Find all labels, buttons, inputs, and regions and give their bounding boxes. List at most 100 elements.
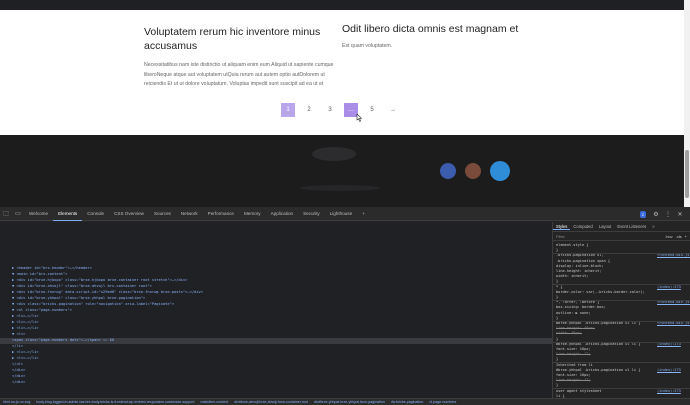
style-rule-line[interactable]: line-height: 17; bbox=[556, 378, 591, 382]
page-scrollbar[interactable] bbox=[684, 0, 690, 207]
style-rule-line[interactable]: outline: ▶ none; bbox=[556, 311, 591, 315]
post-card[interactable]: Odit libero dicta omnis est magnam et Es… bbox=[342, 22, 552, 52]
style-rule-line[interactable]: #brxe-yhhpal .bricks-pagination ul li {(… bbox=[556, 368, 681, 372]
customize-icon[interactable]: ⋮ bbox=[664, 210, 672, 218]
styles-filter-input[interactable]: Filter bbox=[556, 234, 662, 239]
style-rule-text: } bbox=[556, 336, 559, 341]
style-rules-list[interactable]: element.style {} .bricks-pagination ul, fr… bbox=[553, 241, 690, 398]
devtools-panel: ⬚ ▭ Welcome Elements Console CSS Overvie… bbox=[0, 207, 690, 405]
style-rule-line[interactable]: line-height: 17; bbox=[556, 352, 591, 356]
browser-window: Voluptatem rerum hic inventore minus acc… bbox=[0, 0, 690, 405]
selected-dom-node[interactable]: <span class="page-numbers dots">…</span>… bbox=[0, 338, 552, 344]
style-rule-line[interactable]: width: 48px; bbox=[556, 331, 582, 335]
style-rule-line[interactable]: display: inline-block; bbox=[556, 264, 604, 268]
post-title[interactable]: Voluptatem rerum hic inventore minus acc… bbox=[144, 25, 334, 53]
footer-social-icon[interactable] bbox=[490, 161, 510, 181]
style-rule-text: line-height: 17; bbox=[556, 352, 591, 357]
rule-divider bbox=[553, 284, 690, 286]
issues-badge[interactable]: 2 bbox=[639, 210, 646, 218]
settings-gear-icon[interactable]: ⚙ bbox=[652, 210, 660, 218]
tab-css-overview[interactable]: CSS Overview bbox=[109, 207, 149, 221]
style-rule-line[interactable]: } bbox=[556, 279, 558, 283]
close-icon[interactable]: ✕ bbox=[676, 210, 684, 218]
footer-social-icon[interactable] bbox=[440, 163, 456, 179]
style-rule-text: } bbox=[556, 383, 559, 388]
tab-welcome[interactable]: Welcome bbox=[24, 207, 53, 221]
breadcrumb-item[interactable]: html.no-js.no-svg bbox=[0, 400, 33, 404]
breadcrumb-item[interactable]: main#brx-content bbox=[197, 400, 231, 404]
style-rule-line[interactable]: border-color: var(--bricks-border-color)… bbox=[556, 290, 645, 294]
tab-application[interactable]: Application bbox=[266, 207, 298, 221]
style-rule-line[interactable]: line-height: inherit; bbox=[556, 269, 601, 273]
style-rule-text: border-color: var(--bricks-border-color)… bbox=[556, 289, 645, 294]
post-card[interactable]: Voluptatem rerum hic inventore minus acc… bbox=[144, 25, 334, 90]
pagination: 1 2 3 … 5 → bbox=[281, 103, 407, 117]
tab-security[interactable]: Security bbox=[298, 207, 325, 221]
style-rule-text: font-size: 16px; bbox=[556, 373, 591, 377]
style-rule-line[interactable]: font-size: 16px; bbox=[556, 373, 591, 377]
style-rule-line[interactable]: } bbox=[556, 357, 558, 361]
style-rule-text: .bricks-pagination span { bbox=[556, 258, 611, 263]
mouse-cursor-icon bbox=[356, 114, 363, 122]
breadcrumb-item[interactable]: ul.page-numbers bbox=[426, 400, 459, 404]
tab-styles[interactable]: Styles bbox=[553, 224, 571, 230]
style-rule-line[interactable]: box-sizing: border-box; bbox=[556, 305, 606, 309]
more-tabs-button[interactable]: » bbox=[649, 224, 657, 229]
post-excerpt: Necessitatibus nam iste distinctio ut al… bbox=[144, 62, 334, 88]
style-rule-line[interactable]: } bbox=[556, 337, 558, 341]
dom-breadcrumbs: html.no-js.no-svg body.blog.logged-in.adm… bbox=[0, 398, 690, 405]
style-rule-text: } bbox=[556, 357, 559, 362]
breadcrumb-item[interactable]: body.blog.logged-in.admin-bar.brx-body.b… bbox=[33, 400, 197, 404]
tab-layout[interactable]: Layout bbox=[596, 224, 615, 229]
breadcrumb-item[interactable]: div.bricks-pagination bbox=[388, 400, 427, 404]
rule-divider bbox=[553, 341, 690, 343]
tab-memory[interactable]: Memory bbox=[239, 207, 266, 221]
tab-console[interactable]: Console bbox=[82, 207, 109, 221]
footer-text-blur bbox=[300, 185, 380, 191]
footer-social-icon[interactable] bbox=[465, 163, 481, 179]
devtools-tabbar: ⬚ ▭ Welcome Elements Console CSS Overvie… bbox=[0, 207, 690, 221]
page-1[interactable]: 1 bbox=[281, 103, 295, 117]
tab-lighthouse[interactable]: Lighthouse bbox=[325, 207, 357, 221]
source-link[interactable]: (index):273 bbox=[657, 368, 681, 372]
breadcrumb-item[interactable]: div#brxe-yhhpal.brxe-yhhpal.brxe-paginat… bbox=[311, 400, 388, 404]
style-rule-line[interactable]: } bbox=[556, 295, 558, 299]
inspect-element-icon[interactable]: ⬚ bbox=[2, 210, 10, 218]
devtools-toolbar-right: 2 ⚙ ⋮ ✕ bbox=[639, 210, 686, 218]
style-rule-line[interactable]: } bbox=[556, 383, 558, 387]
style-rule-text: } bbox=[556, 279, 559, 284]
style-rule-text: } bbox=[556, 315, 559, 320]
breadcrumb-item[interactable]: div#brxe-ahvojl.brxe-ahvojl.brxe-contain… bbox=[231, 400, 311, 404]
style-rule-line[interactable]: } bbox=[556, 248, 558, 252]
tab-performance[interactable]: Performance bbox=[203, 207, 239, 221]
tab-network[interactable]: Network bbox=[176, 207, 203, 221]
website-viewport: Voluptatem rerum hic inventore minus acc… bbox=[0, 0, 684, 207]
page-3[interactable]: 3 bbox=[323, 103, 337, 117]
site-footer bbox=[0, 135, 684, 207]
style-rule-line[interactable]: .bricks-pagination span { bbox=[556, 259, 610, 263]
style-rule-line[interactable]: element.style { bbox=[556, 243, 588, 247]
style-rule-line[interactable]: font-size: 16px; bbox=[556, 347, 591, 351]
style-rule-line[interactable]: line-height: 48px; bbox=[556, 326, 595, 330]
page-5[interactable]: 5 bbox=[365, 103, 379, 117]
scrollbar-thumb[interactable] bbox=[685, 150, 689, 198]
style-rule-text: display: inline-block; bbox=[556, 263, 604, 268]
dom-node[interactable]: </div> bbox=[12, 380, 25, 386]
rule-divider bbox=[553, 362, 690, 364]
elements-dom-tree[interactable]: ▶ <header id="brx-header">…</header> ▼ <m… bbox=[0, 222, 552, 398]
style-rule-line[interactable]: } bbox=[556, 316, 558, 320]
add-tab-button[interactable]: + bbox=[357, 207, 370, 221]
style-rule-line[interactable]: width: inherit; bbox=[556, 274, 588, 278]
hov-toggle[interactable]: :hov bbox=[665, 234, 673, 239]
tab-elements[interactable]: Elements bbox=[53, 207, 83, 221]
page-2[interactable]: 2 bbox=[302, 103, 316, 117]
post-title[interactable]: Odit libero dicta omnis est magnam et bbox=[342, 22, 552, 36]
device-toolbar-icon[interactable]: ▭ bbox=[14, 210, 22, 218]
add-rule-icon[interactable]: + bbox=[685, 234, 687, 239]
tab-sources[interactable]: Sources bbox=[149, 207, 176, 221]
next-page-arrow[interactable]: → bbox=[386, 103, 400, 117]
post-excerpt: Est quam voluptatem. bbox=[342, 43, 393, 49]
cls-toggle[interactable]: .cls bbox=[676, 234, 682, 239]
tab-computed[interactable]: Computed bbox=[570, 224, 595, 229]
tab-event-listeners[interactable]: Event Listeners bbox=[614, 224, 649, 229]
